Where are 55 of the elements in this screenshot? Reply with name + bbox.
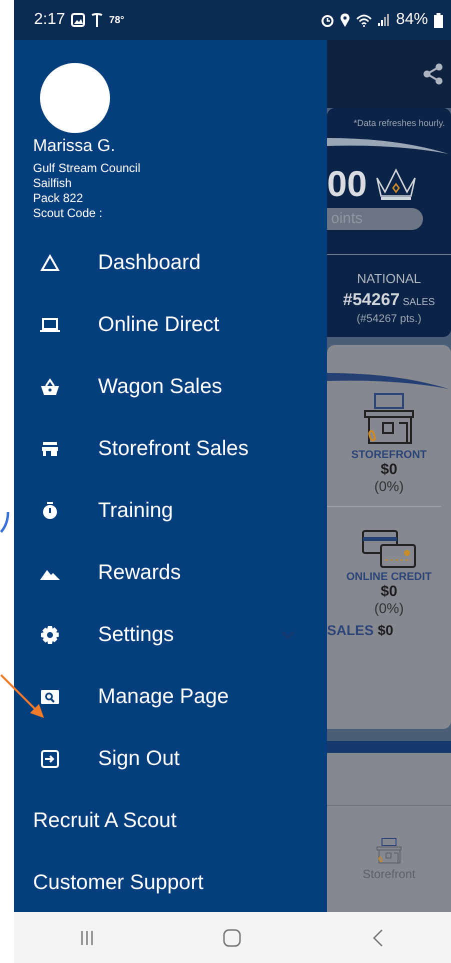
menu-item[interactable]: Wagon Sales — [14, 356, 327, 418]
channel-label: ONLINE CREDIT — [346, 571, 432, 583]
user-detail: Sailfish — [33, 176, 73, 191]
refresh-note: *Data refreshes hourly. — [354, 118, 445, 128]
menu-item[interactable]: Online Direct — [14, 294, 327, 356]
menu-item[interactable]: Training — [14, 480, 327, 542]
stopwatch-icon — [40, 501, 60, 521]
menu-item[interactable]: Rewards — [14, 542, 327, 604]
triangle-icon — [40, 253, 60, 273]
rank-points: (#54267 pts.) — [356, 313, 422, 325]
wifi-icon — [356, 14, 372, 26]
rank-unit: SALES — [402, 297, 435, 308]
sign-out-icon — [40, 749, 60, 769]
points-value: 00 — [327, 166, 368, 202]
channel-label: STOREFRONT — [351, 449, 427, 461]
battery-icon — [434, 12, 443, 28]
temperature-text: 78° — [109, 14, 124, 26]
rank-number: #54267 — [343, 290, 400, 310]
signal-icon — [378, 14, 390, 26]
user-detail: Gulf Stream Council — [33, 161, 142, 176]
menu-item[interactable]: Settings — [14, 604, 327, 666]
channel-amount: $0 — [380, 461, 398, 478]
menu-item[interactable]: Sign Out — [14, 728, 327, 790]
channel-amount: $0 — [380, 583, 398, 600]
battery-percent: 84% — [396, 11, 428, 29]
basket-icon — [40, 377, 60, 397]
menu-item[interactable]: Customer Support — [14, 852, 327, 912]
storefront-icon — [40, 439, 60, 459]
channel-share: (0%) — [374, 478, 404, 494]
menu-item[interactable]: Dashboard — [14, 232, 327, 294]
location-icon — [340, 13, 350, 27]
credit-cards-icon — [361, 529, 417, 569]
clock-time: 2:17 — [34, 11, 66, 29]
user-detail: Scout Code : — [33, 206, 104, 221]
antenna-icon — [91, 13, 104, 27]
image-icon — [71, 13, 86, 27]
alarm-icon — [320, 14, 334, 26]
recent-apps-icon — [80, 930, 94, 946]
menu-item[interactable]: Recruit A Scout — [14, 790, 327, 852]
back-icon — [373, 928, 384, 946]
annotation-mark — [0, 512, 10, 533]
annotation-arrow — [0, 674, 44, 718]
laptop-icon — [40, 315, 60, 335]
total-amount: $0 — [378, 622, 394, 638]
total-label: SALES — [327, 622, 374, 638]
settings-icon — [40, 625, 60, 645]
user-name: Marissa G. — [33, 136, 116, 156]
home-icon — [223, 928, 242, 946]
channel-share: (0%) — [374, 600, 404, 616]
user-detail: Pack 822 — [33, 191, 84, 206]
share-icon — [423, 63, 443, 85]
shop-icon — [374, 838, 404, 864]
menu-item[interactable]: Storefront Sales — [14, 418, 327, 480]
search-icon — [40, 687, 60, 707]
rank-label: NATIONAL — [356, 271, 422, 286]
